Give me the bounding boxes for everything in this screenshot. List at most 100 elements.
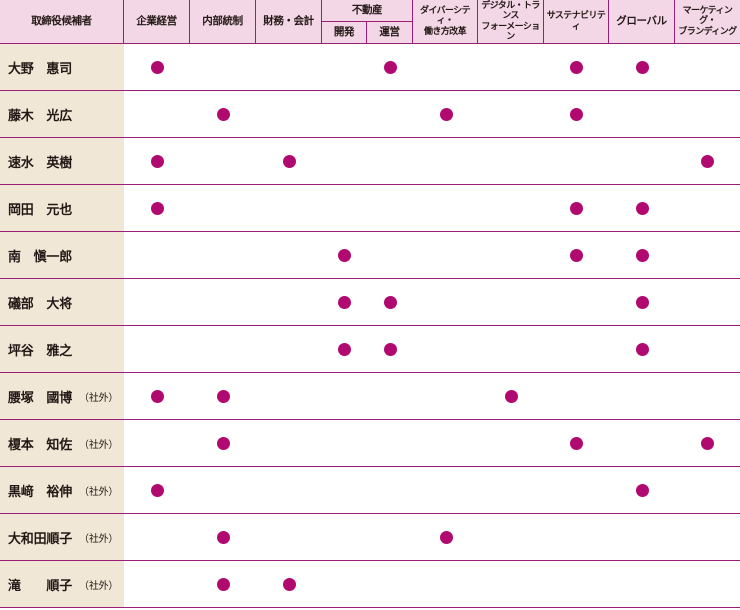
skill-mark-dot — [569, 436, 583, 450]
candidate-name: 腰塚 國博 — [8, 390, 73, 406]
row-divider — [124, 466, 740, 467]
outside-tag: （社外） — [79, 580, 119, 592]
skill-mark-dot — [383, 60, 397, 74]
skill-mark-dot — [150, 154, 164, 168]
skill-mark-dot — [216, 389, 230, 403]
row-divider — [124, 560, 740, 561]
skill-mark-dot — [635, 60, 649, 74]
candidate-name: 礒部 大将 — [8, 296, 73, 312]
candidate-name: 大野 惠司 — [8, 61, 73, 77]
candidate-name: 黒﨑 裕伸 — [8, 484, 73, 500]
row-divider — [124, 231, 740, 232]
row-divider — [124, 184, 740, 185]
outside-tag: （社外） — [79, 533, 119, 545]
candidate-name: 南 愼一郎 — [8, 249, 73, 265]
candidate-name: 藤木 光広 — [8, 108, 73, 124]
skill-mark-dot — [216, 530, 230, 544]
skill-mark-dot — [635, 295, 649, 309]
skill-mark-dot — [216, 577, 230, 591]
header-diversity: ダイバーシティ・ 働き方改革 — [413, 0, 478, 44]
header-label: フォーメーション — [481, 21, 540, 42]
header-label: グローバル — [616, 15, 667, 28]
header-label: ブランディング — [678, 26, 737, 37]
skill-mark-dot — [216, 436, 230, 450]
header-real-estate: 不動産 — [322, 0, 413, 22]
candidate-name: 榎本 知佐 — [8, 437, 73, 453]
header-label: サステナビリティ — [546, 11, 606, 32]
skill-mark-dot — [569, 248, 583, 262]
header-real-estate-operation: 運営 — [367, 22, 413, 44]
header-marketing-branding: マーケティング・ ブランディング — [675, 0, 740, 44]
outside-tag: （社外） — [79, 439, 119, 451]
row-divider — [124, 90, 740, 91]
skill-mark-dot — [337, 342, 351, 356]
header-label: 不動産 — [351, 4, 383, 17]
skill-mark-dot — [150, 60, 164, 74]
candidate-name: 大和田順子 — [8, 531, 73, 547]
skill-mark-dot — [282, 154, 296, 168]
skill-mark-dot — [439, 107, 453, 121]
candidate-name: 滝 順子 — [8, 578, 73, 594]
skill-mark-dot — [337, 248, 351, 262]
skill-mark-dot — [383, 295, 397, 309]
header-label: 開発 — [333, 26, 355, 39]
row-divider — [124, 372, 740, 373]
skill-mark-dot — [216, 107, 230, 121]
header-candidates: 取締役候補者 — [0, 0, 124, 44]
row-divider — [124, 278, 740, 279]
header-digital-transformation: デジタル・トランス フォーメーション — [478, 0, 544, 44]
skill-mark-dot — [150, 201, 164, 215]
table-row: 黒﨑 裕伸 （社外） — [0, 467, 124, 514]
header-internal-control: 内部統制 — [190, 0, 256, 44]
skill-mark-dot — [700, 154, 714, 168]
table-row: 滝 順子 （社外） — [0, 561, 124, 608]
skill-mark-dot — [569, 107, 583, 121]
row-divider — [124, 607, 740, 608]
skill-mark-dot — [282, 577, 296, 591]
skill-mark-dot — [569, 60, 583, 74]
skill-mark-dot — [150, 389, 164, 403]
skill-mark-dot — [150, 483, 164, 497]
skills-matrix: 取締役候補者 企業経営 内部統制 財務・会計 不動産 開発 運営 ダイバーシティ… — [0, 0, 740, 610]
header-corporate-management: 企業経営 — [124, 0, 190, 44]
skill-mark-dot — [504, 389, 518, 403]
skill-mark-dot — [569, 201, 583, 215]
skill-mark-dot — [635, 248, 649, 262]
header-global: グローバル — [609, 0, 675, 44]
outside-tag: （社外） — [79, 486, 119, 498]
table-row: 大野 惠司 — [0, 44, 124, 91]
table-row: 速水 英樹 — [0, 138, 124, 185]
skill-mark-dot — [635, 201, 649, 215]
skill-mark-dot — [337, 295, 351, 309]
outside-tag: （社外） — [79, 392, 119, 404]
candidate-name: 岡田 元也 — [8, 202, 73, 218]
header-label: 内部統制 — [202, 15, 243, 28]
row-divider — [124, 419, 740, 420]
candidate-name: 坪谷 雅之 — [8, 343, 73, 359]
header-label: デジタル・トランス — [481, 0, 540, 22]
header-label: 運営 — [379, 26, 400, 39]
row-divider — [124, 513, 740, 514]
header-candidates-label: 取締役候補者 — [31, 15, 92, 28]
table-row: 榎本 知佐 （社外） — [0, 420, 124, 467]
header-label: ダイバーシティ・ — [419, 5, 471, 27]
table-row: 藤木 光広 — [0, 91, 124, 138]
table-row: 腰塚 國博 （社外） — [0, 373, 124, 420]
skill-mark-dot — [383, 342, 397, 356]
header-label: 働き方改革 — [423, 26, 467, 37]
table-row: 岡田 元也 — [0, 185, 124, 232]
candidate-name: 速水 英樹 — [8, 155, 73, 171]
row-divider — [124, 137, 740, 138]
skill-mark-dot — [700, 436, 714, 450]
header-label: 企業経営 — [136, 15, 177, 28]
header-sustainability: サステナビリティ — [544, 0, 609, 44]
skill-mark-dot — [439, 530, 453, 544]
table-row: 坪谷 雅之 — [0, 326, 124, 373]
skill-mark-dot — [635, 342, 649, 356]
header-label: マーケティング・ — [682, 5, 733, 27]
table-row: 南 愼一郎 — [0, 232, 124, 279]
table-row: 礒部 大将 — [0, 279, 124, 326]
header-real-estate-development: 開発 — [322, 22, 367, 44]
header-finance-accounting: 財務・会計 — [256, 0, 322, 44]
row-divider — [124, 325, 740, 326]
